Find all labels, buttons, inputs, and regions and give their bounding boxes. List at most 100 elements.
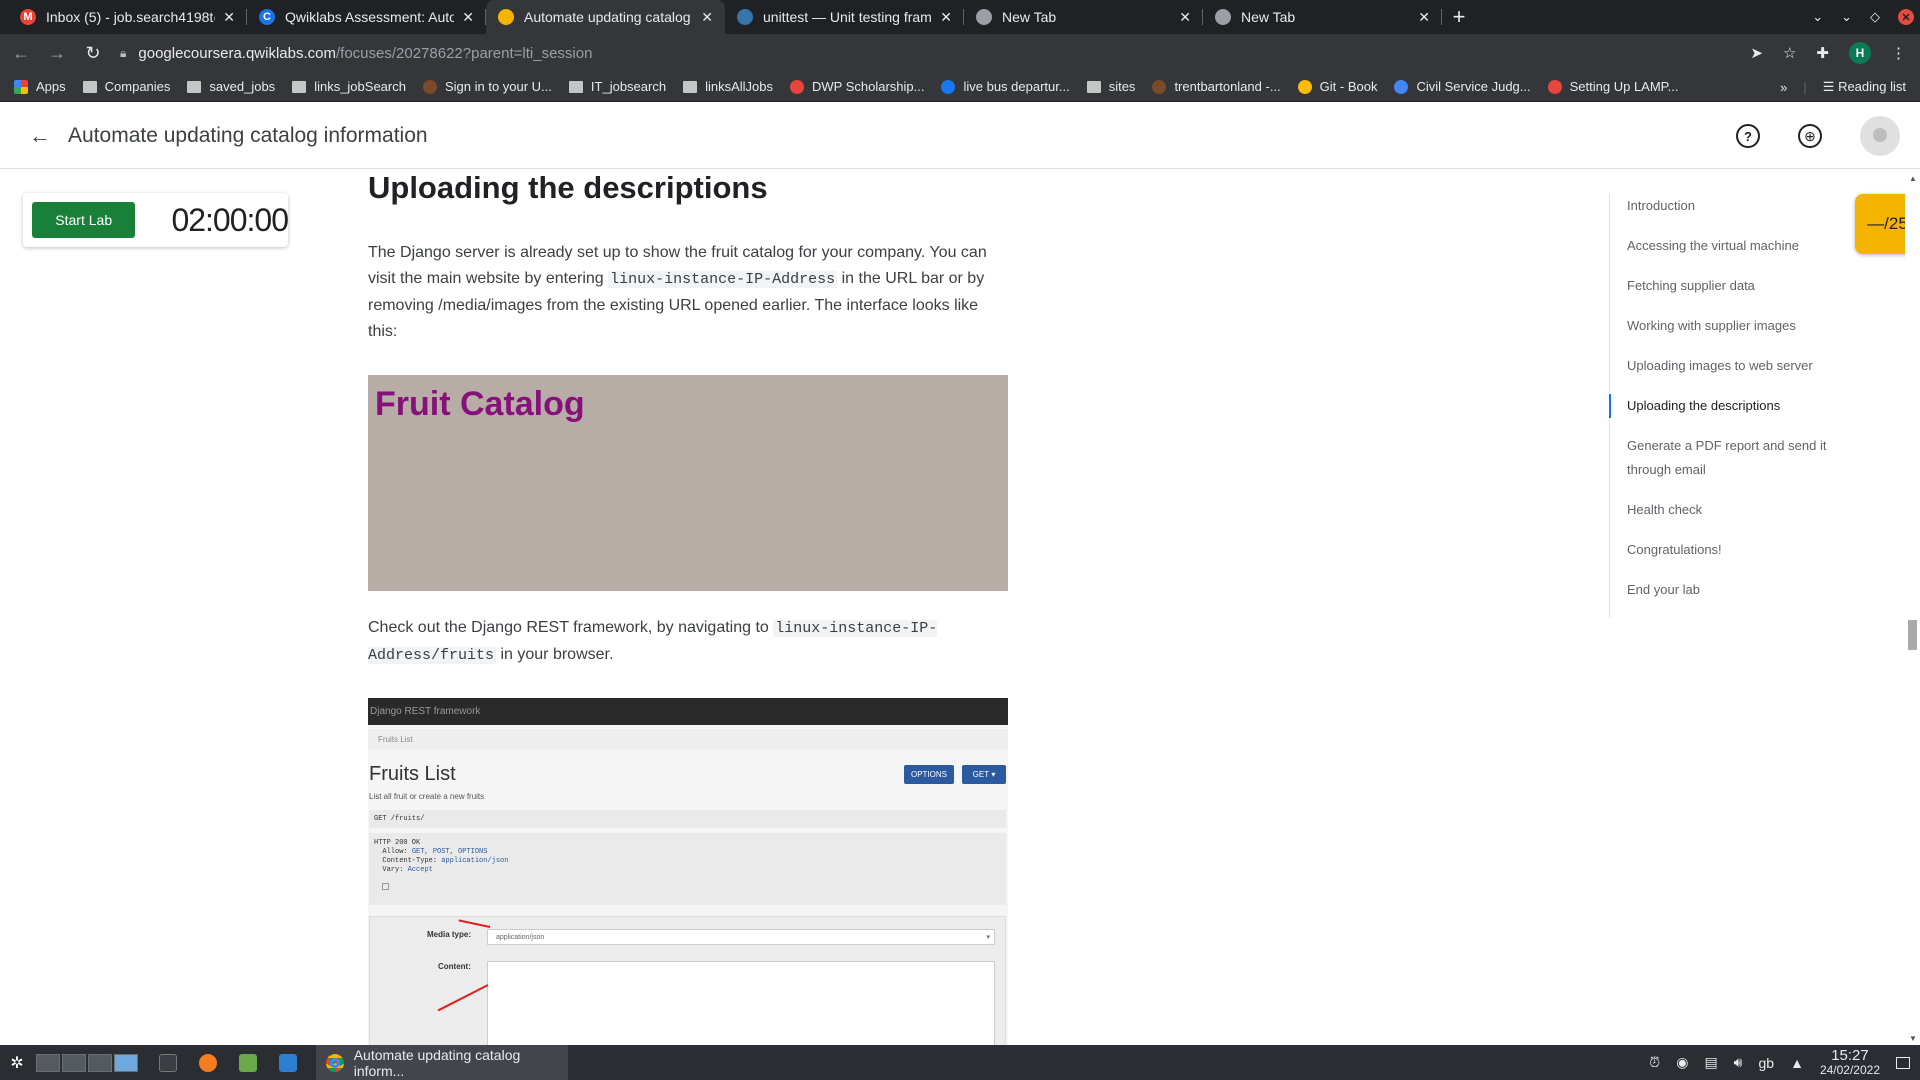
workspace-4[interactable] bbox=[114, 1053, 138, 1072]
bookmark-item[interactable]: links_jobSearch bbox=[292, 79, 406, 94]
drf-content-label: Content: bbox=[438, 962, 471, 971]
keyboard-layout[interactable]: gb bbox=[1759, 1055, 1775, 1071]
toc-item[interactable]: Health check bbox=[1610, 498, 1859, 522]
scroll-down-icon[interactable]: ▼ bbox=[1909, 1034, 1917, 1043]
bookmark-label: Civil Service Judg... bbox=[1416, 79, 1531, 94]
bookmark-item[interactable]: DWP Scholarship... bbox=[790, 79, 924, 94]
workspace-3[interactable] bbox=[88, 1053, 112, 1072]
toc-item[interactable]: Introduction bbox=[1610, 194, 1859, 218]
tab-search-icon[interactable]: ⌄ bbox=[1812, 9, 1823, 25]
bookmark-star-icon[interactable]: ☆ bbox=[1783, 44, 1796, 62]
notifications-icon[interactable]: ⏰︎ bbox=[1649, 1054, 1660, 1071]
workspace-1[interactable] bbox=[36, 1053, 60, 1072]
start-menu-icon[interactable]: ✲ bbox=[0, 1045, 34, 1080]
bookmarks-divider: | bbox=[1803, 79, 1807, 95]
file-manager-launcher[interactable] bbox=[268, 1045, 308, 1080]
scroll-up-icon[interactable]: ▲ bbox=[1909, 174, 1917, 183]
menu-kebab-icon[interactable]: ⋮ bbox=[1891, 44, 1906, 62]
forward-icon[interactable]: → bbox=[42, 38, 72, 68]
browser-tab[interactable]: C Qwiklabs Assessment: Autom ✕ bbox=[247, 0, 486, 34]
close-tab-icon[interactable]: ✕ bbox=[462, 9, 474, 26]
toc-item[interactable]: Fetching supplier data bbox=[1610, 274, 1859, 298]
site-favicon-icon bbox=[1297, 79, 1312, 94]
start-lab-button[interactable]: Start Lab bbox=[32, 202, 136, 238]
extensions-icon[interactable]: ✚ bbox=[1816, 44, 1829, 62]
tray-expand-icon[interactable]: ▲ bbox=[1790, 1055, 1804, 1071]
workspace-2[interactable] bbox=[62, 1053, 86, 1072]
toc-item[interactable]: Working with supplier images bbox=[1610, 314, 1859, 338]
clock-date: 24/02/2022 bbox=[1819, 1062, 1880, 1077]
user-avatar[interactable] bbox=[1860, 116, 1900, 156]
bookmark-label: Setting Up LAMP... bbox=[1569, 79, 1679, 94]
toc-item[interactable]: Generate a PDF report and send it throug… bbox=[1610, 434, 1859, 482]
site-favicon-icon bbox=[941, 79, 956, 94]
tab-title: Automate updating catalog in bbox=[524, 9, 694, 25]
browser-tab[interactable]: New Tab ✕ bbox=[1203, 0, 1442, 34]
page-scrollbar[interactable]: ▲ ▼ bbox=[1905, 170, 1920, 1045]
bookmark-item[interactable]: live bus departur... bbox=[941, 79, 1070, 94]
bookmark-label: DWP Scholarship... bbox=[812, 79, 925, 94]
bookmark-item[interactable]: trentbartonland -... bbox=[1152, 79, 1281, 94]
bookmark-item[interactable]: saved_jobs bbox=[187, 79, 275, 94]
toc-item[interactable]: Accessing the virtual machine bbox=[1610, 234, 1859, 258]
firefox-launcher[interactable] bbox=[188, 1045, 228, 1080]
bookmark-item[interactable]: Apps bbox=[14, 79, 66, 94]
back-arrow-icon[interactable]: ← bbox=[28, 123, 52, 148]
minimize-icon[interactable]: ⌄ bbox=[1841, 9, 1852, 25]
terminal-launcher[interactable] bbox=[148, 1045, 188, 1080]
bookmark-item[interactable]: Civil Service Judg... bbox=[1394, 79, 1531, 94]
toc-item[interactable]: End your lab bbox=[1610, 578, 1859, 602]
maximize-icon[interactable]: ◇ bbox=[1870, 9, 1880, 25]
bookmark-item[interactable]: Sign in to your U... bbox=[422, 79, 552, 94]
browser-tab[interactable]: New Tab ✕ bbox=[964, 0, 1203, 34]
new-tab-button[interactable]: + bbox=[1442, 0, 1476, 34]
volume-icon[interactable]: 🔊︎ bbox=[1734, 1054, 1743, 1071]
close-tab-icon[interactable]: ✕ bbox=[1179, 9, 1191, 26]
browser-tab[interactable]: Automate updating catalog in ✕ bbox=[486, 0, 725, 34]
bookmark-label: linksAllJobs bbox=[705, 79, 773, 94]
show-desktop-icon[interactable] bbox=[1896, 1056, 1910, 1069]
browser-tab[interactable]: M Inbox (5) - job.search4198t@g ✕ bbox=[8, 0, 247, 34]
folder-icon bbox=[568, 80, 583, 93]
reading-list-button[interactable]: ☰ Reading list bbox=[1823, 79, 1906, 95]
tab-title: Inbox (5) - job.search4198t@g bbox=[46, 9, 215, 25]
scrollbar-thumb[interactable] bbox=[1908, 620, 1917, 650]
toc-item[interactable]: Congratulations! bbox=[1610, 538, 1859, 562]
taskbar-window-chrome[interactable]: Automate updating catalog inform... bbox=[316, 1045, 568, 1080]
browser-tab[interactable]: unittest — Unit testing frame ✕ bbox=[725, 0, 964, 34]
close-tab-icon[interactable]: ✕ bbox=[701, 9, 713, 26]
address-bar[interactable]: 🔒︎ googlecoursera.qwiklabs.com/focuses/2… bbox=[120, 38, 1750, 68]
drf-checkbox bbox=[382, 883, 389, 890]
files-launcher[interactable] bbox=[228, 1045, 268, 1080]
bookmark-item[interactable]: sites bbox=[1086, 79, 1135, 94]
profile-avatar[interactable]: H bbox=[1849, 42, 1871, 64]
language-globe-icon[interactable]: ⊕ bbox=[1798, 124, 1822, 148]
lab-control-panel: Start Lab 02:00:00 bbox=[23, 193, 289, 247]
send-icon[interactable]: ➤ bbox=[1750, 44, 1763, 62]
bookmark-item[interactable]: Setting Up LAMP... bbox=[1547, 79, 1679, 94]
bookmark-item[interactable]: linksAllJobs bbox=[683, 79, 773, 94]
paragraph-drf-text-a: Check out the Django REST framework, by … bbox=[368, 619, 774, 636]
close-tab-icon[interactable]: ✕ bbox=[940, 9, 952, 26]
toc-item[interactable]: Uploading the descriptions bbox=[1609, 394, 1859, 418]
lock-icon[interactable]: 🔒︎ bbox=[120, 46, 126, 61]
workspace-pager[interactable] bbox=[36, 1053, 138, 1072]
more-bookmarks-icon[interactable]: » bbox=[1780, 80, 1787, 95]
bookmark-label: IT_jobsearch bbox=[590, 79, 667, 94]
close-window-icon[interactable]: ✕ bbox=[1898, 9, 1914, 25]
clipboard-icon[interactable]: ▤ bbox=[1704, 1054, 1717, 1071]
close-tab-icon[interactable]: ✕ bbox=[223, 9, 235, 26]
back-icon[interactable]: ← bbox=[6, 38, 36, 68]
bookmark-item[interactable]: Companies bbox=[82, 79, 170, 94]
bookmark-item[interactable]: IT_jobsearch bbox=[568, 79, 667, 94]
help-icon[interactable]: ? bbox=[1736, 124, 1760, 148]
drf-allow-key: Allow: bbox=[382, 848, 408, 856]
reload-icon[interactable]: ↻ bbox=[78, 38, 108, 68]
close-tab-icon[interactable]: ✕ bbox=[1418, 9, 1430, 26]
bookmark-item[interactable]: Git - Book bbox=[1297, 79, 1377, 94]
clock[interactable]: 15:27 24/02/2022 bbox=[1819, 1048, 1880, 1077]
toc-item[interactable]: Uploading images to web server bbox=[1610, 354, 1859, 378]
tab-title: New Tab bbox=[1002, 9, 1057, 25]
vpn-icon[interactable]: ◉ bbox=[1676, 1054, 1688, 1071]
drf-allow-value: GET, POST, OPTIONS bbox=[411, 848, 488, 856]
